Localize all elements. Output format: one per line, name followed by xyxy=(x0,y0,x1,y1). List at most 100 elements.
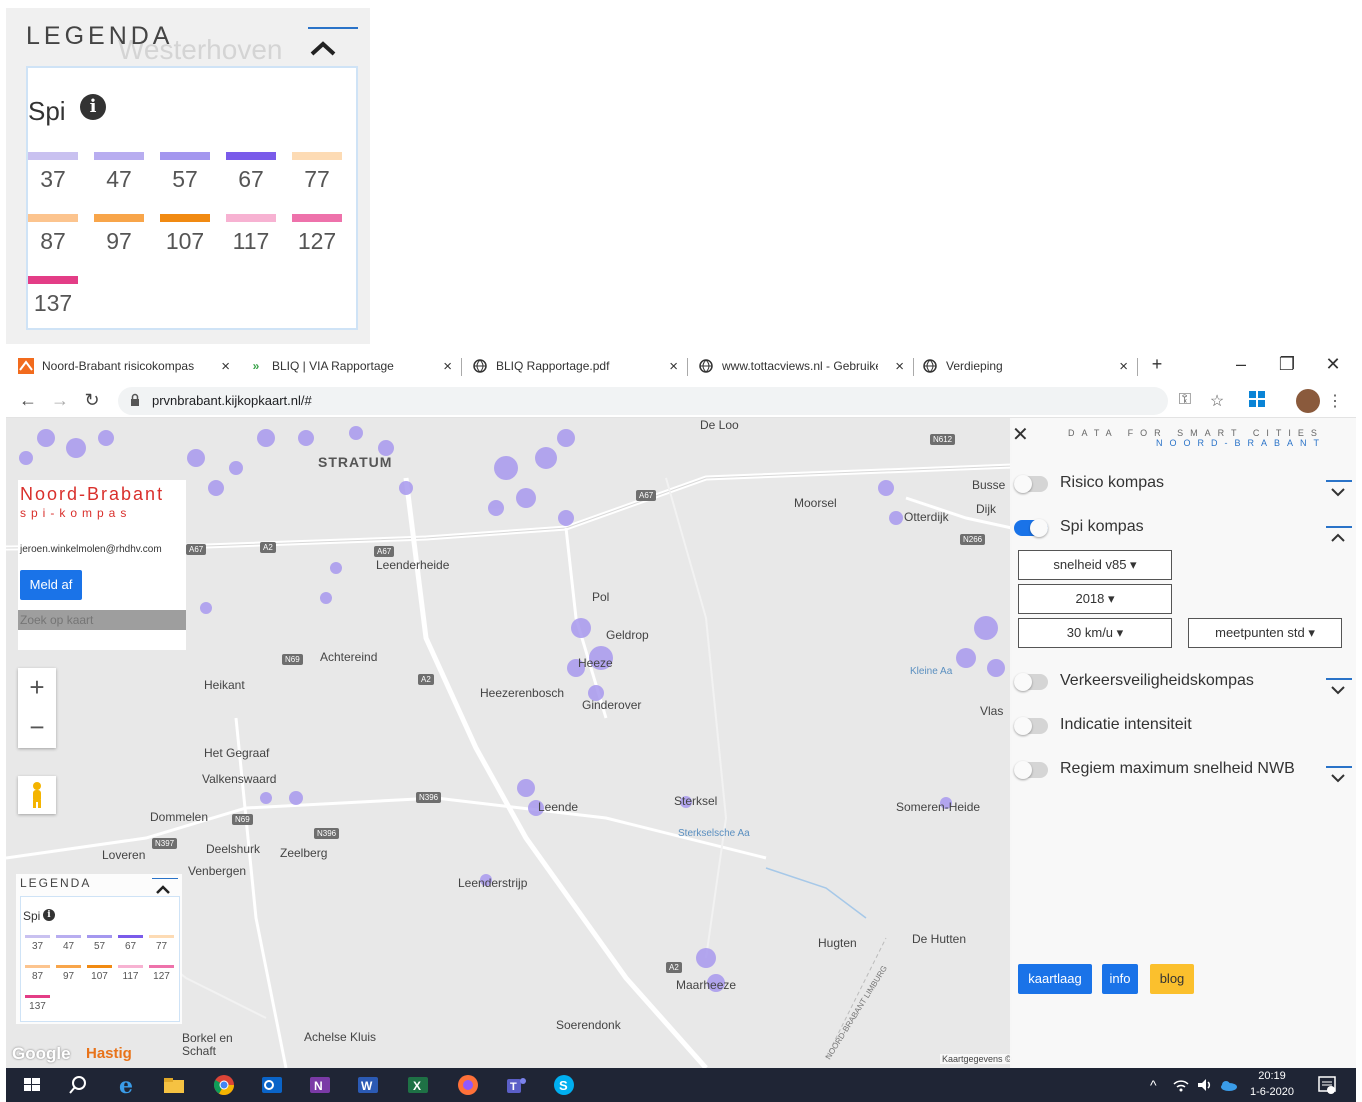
new-tab-button[interactable]: + xyxy=(1142,354,1172,375)
clock-date[interactable]: 1-6-2020 xyxy=(1244,1086,1300,1098)
file-explorer-icon[interactable] xyxy=(162,1073,186,1097)
info-button[interactable]: info xyxy=(1102,964,1138,994)
user-email: jeroen.winkelmolen@rhdhv.com xyxy=(20,544,162,555)
reload-button[interactable]: ↻ xyxy=(80,390,104,411)
metric-select[interactable]: snelheid v85 ▾ xyxy=(1018,550,1172,580)
outlook-icon[interactable] xyxy=(260,1073,284,1097)
verkeersveiligheid-toggle[interactable] xyxy=(1014,673,1048,691)
legend-item: 137 xyxy=(28,276,78,317)
road-shield: N69 xyxy=(232,814,253,825)
place-label: Heikant xyxy=(204,678,245,692)
expand-button[interactable] xyxy=(1324,678,1352,700)
tab-bliq-pdf[interactable]: BLIQ Rapportage.pdf × xyxy=(472,348,688,384)
road-shield: N69 xyxy=(282,654,303,665)
close-icon[interactable]: × xyxy=(443,358,452,375)
legend-value: 77 xyxy=(155,941,168,952)
regiem-toggle[interactable] xyxy=(1014,761,1048,779)
expand-button[interactable] xyxy=(1324,766,1352,788)
windows-extension-icon[interactable] xyxy=(1246,391,1268,412)
place-label: Maarheeze xyxy=(676,978,737,992)
search-icon[interactable] xyxy=(66,1073,90,1097)
tab-verdieping[interactable]: Verdieping × xyxy=(922,348,1138,384)
globe-icon xyxy=(472,358,488,374)
intensiteit-toggle[interactable] xyxy=(1014,717,1048,735)
chrome-icon[interactable] xyxy=(212,1073,236,1097)
place-label: Moorsel xyxy=(794,496,837,510)
close-icon[interactable]: × xyxy=(221,358,230,375)
logout-button[interactable]: Meld af xyxy=(20,570,82,600)
menu-icon[interactable]: ⋮ xyxy=(1324,391,1346,411)
map-canvas[interactable]: STRATUM De Loo Moorsel Otterdijk Busse D… xyxy=(6,418,1012,1068)
map-attribution[interactable]: Kaartgegevens ©2020 GeoBasis-DE/BKG (©20… xyxy=(940,1054,1012,1064)
tab-risicokompas[interactable]: Noord-Brabant risicokompas × xyxy=(18,348,240,384)
tab-title: Verdieping xyxy=(946,359,1003,373)
google-logo: Google xyxy=(12,1044,71,1063)
search-input[interactable] xyxy=(18,610,186,630)
road-shield: A2 xyxy=(666,962,682,973)
legend-swatch xyxy=(25,965,50,968)
wifi-icon[interactable] xyxy=(1172,1076,1190,1094)
risico-kompas-toggle[interactable] xyxy=(1014,475,1048,493)
teams-icon[interactable]: T xyxy=(504,1073,528,1097)
legend-swatch xyxy=(94,152,144,160)
show-hidden-icons-button[interactable]: ^ xyxy=(1150,1077,1157,1093)
map-favicon-icon xyxy=(18,358,34,374)
year-select[interactable]: 2018 ▾ xyxy=(1018,584,1172,614)
close-icon[interactable]: × xyxy=(669,358,678,375)
expander-line xyxy=(1326,678,1352,680)
back-button[interactable]: ← xyxy=(16,390,40,411)
edge-icon[interactable]: e xyxy=(116,1073,140,1097)
collapse-button[interactable] xyxy=(1324,526,1352,548)
url-bar[interactable]: prvnbrabant.kijkopkaart.nl/# xyxy=(118,387,1168,415)
place-label: Dommelen xyxy=(150,810,209,824)
expand-button[interactable] xyxy=(1324,480,1352,502)
brand-card: Noord-Brabant spi-kompas jeroen.winkelmo… xyxy=(18,480,186,650)
place-label: Otterdijk xyxy=(904,510,949,524)
clock-time[interactable]: 20:19 xyxy=(1244,1070,1300,1082)
svg-text:e: e xyxy=(119,1073,133,1097)
restore-button[interactable]: ❐ xyxy=(1272,354,1302,375)
legend-divider xyxy=(152,878,178,879)
speed-select[interactable]: 30 km/u ▾ xyxy=(1018,618,1172,648)
svg-text:N: N xyxy=(314,1079,323,1093)
onenote-icon[interactable]: N xyxy=(308,1073,332,1097)
zoom-out-button[interactable]: − xyxy=(18,708,56,748)
tab-tottacviews[interactable]: www.tottacviews.nl - Gebruiker × xyxy=(698,348,914,384)
close-icon[interactable]: × xyxy=(1119,358,1128,375)
minimize-button[interactable]: – xyxy=(1226,354,1256,375)
window-close-button[interactable]: ✕ xyxy=(1318,354,1348,375)
onedrive-icon[interactable] xyxy=(1218,1076,1238,1094)
road-shield: A2 xyxy=(260,542,276,553)
avatar[interactable] xyxy=(1296,389,1320,413)
windows-start-icon[interactable] xyxy=(20,1073,44,1097)
kaartlaag-button[interactable]: kaartlaag xyxy=(1018,964,1092,994)
legend-swatch xyxy=(118,965,143,968)
chevron-up-icon[interactable] xyxy=(308,36,338,60)
points-select[interactable]: meetpunten std ▾ xyxy=(1188,618,1342,648)
skype-icon[interactable]: S xyxy=(552,1073,576,1097)
zoom-in-button[interactable]: + xyxy=(18,668,56,708)
key-icon[interactable]: ⚿ xyxy=(1174,391,1196,409)
volume-icon[interactable] xyxy=(1196,1076,1214,1094)
forward-button[interactable]: → xyxy=(48,390,72,411)
close-icon[interactable]: × xyxy=(895,358,904,375)
blog-button[interactable]: blog xyxy=(1150,964,1194,994)
layer-label: Verkeersveiligheidskompas xyxy=(1060,672,1254,689)
info-icon[interactable]: i xyxy=(43,909,55,921)
notification-icon[interactable] xyxy=(1316,1074,1338,1096)
select-value: 2018 xyxy=(1075,591,1105,606)
chevron-up-icon[interactable] xyxy=(154,883,172,895)
firefox-icon[interactable] xyxy=(456,1073,480,1097)
street-view-pegman-icon[interactable] xyxy=(18,776,56,814)
tab-separator xyxy=(913,358,914,376)
word-icon[interactable]: W xyxy=(356,1073,380,1097)
star-icon[interactable]: ☆ xyxy=(1206,391,1228,411)
legend-swatch xyxy=(160,152,210,160)
tab-bliq-via[interactable]: » BLIQ | VIA Rapportage × xyxy=(248,348,462,384)
excel-icon[interactable]: X xyxy=(406,1073,430,1097)
place-label: Achtereind xyxy=(320,650,378,664)
spi-kompas-toggle[interactable] xyxy=(1014,519,1048,537)
place-label: Loveren xyxy=(102,848,146,862)
close-panel-button[interactable]: ✕ xyxy=(1012,422,1029,447)
info-icon[interactable]: i xyxy=(80,94,106,120)
